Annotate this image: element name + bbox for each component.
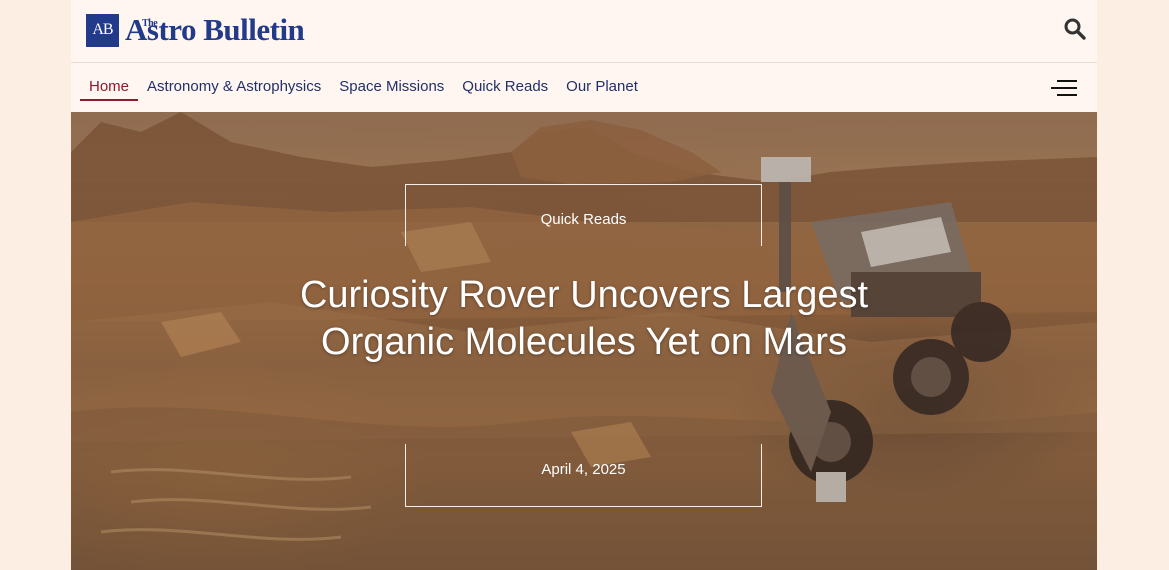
menu-button[interactable] (1051, 78, 1077, 98)
nav-item-our-planet[interactable]: Our Planet (557, 63, 647, 112)
hero-category-link[interactable]: Quick Reads (405, 211, 762, 228)
site-logo[interactable]: AB The Astro Bulletin (86, 12, 305, 48)
hero-featured-article[interactable]: Quick Reads Curiosity Rover Uncovers Lar… (71, 112, 1097, 570)
nav-item-quick-reads[interactable]: Quick Reads (453, 63, 557, 112)
logo-mark: AB (86, 13, 119, 47)
search-button[interactable] (1063, 17, 1087, 41)
hamburger-menu-icon (1057, 80, 1077, 82)
nav-item-space-missions[interactable]: Space Missions (330, 63, 453, 112)
nav-items: Home Astronomy & Astrophysics Space Missio… (80, 63, 647, 112)
hero-headline[interactable]: Curiosity Rover Uncovers Largest Organic… (234, 272, 934, 366)
nav-item-home[interactable]: Home (80, 63, 139, 112)
hamburger-line (1051, 87, 1077, 89)
page: AB The Astro Bulletin Home Astronomy & As… (71, 0, 1097, 570)
main-nav: Home Astronomy & Astrophysics Space Missio… (71, 63, 1097, 112)
logo-the: The (142, 18, 158, 29)
hero-date: April 4, 2025 (541, 461, 626, 478)
hamburger-line (1057, 94, 1077, 96)
site-header: AB The Astro Bulletin (71, 0, 1097, 62)
search-icon (1064, 18, 1086, 40)
nav-item-astronomy-astrophysics[interactable]: Astronomy & Astrophysics (138, 63, 330, 112)
logo-wordmark: The Astro Bulletin (125, 12, 305, 48)
